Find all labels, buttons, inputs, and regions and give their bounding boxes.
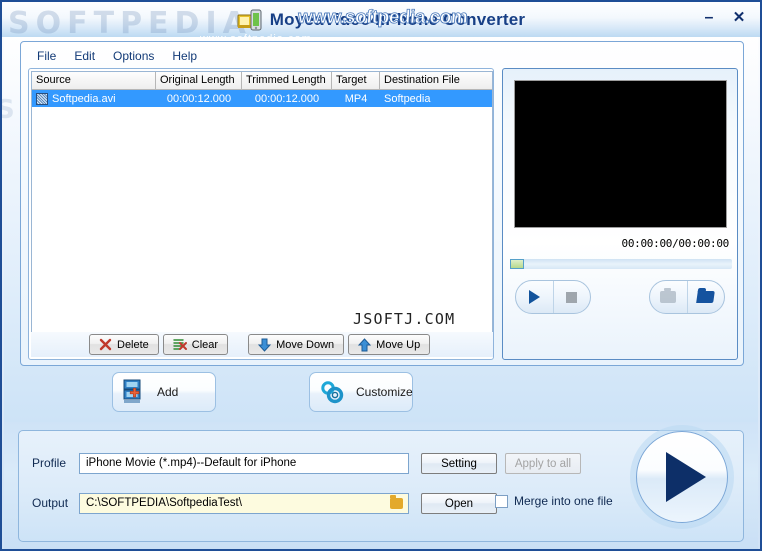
camera-icon — [660, 288, 677, 303]
arrow-up-icon — [358, 337, 372, 351]
folder-icon — [696, 291, 716, 303]
output-path-input[interactable]: C:\SOFTPEDIA\SoftpediaTest\ — [79, 493, 409, 514]
stop-icon — [566, 291, 578, 303]
move-up-button-label: Move Up — [376, 338, 421, 351]
title-bar[interactable]: SOFTPEDIA MoyeaVideo4iPhone Converter ww… — [2, 2, 760, 37]
menu-item-help[interactable]: Help — [164, 47, 205, 65]
video-preview-screen[interactable] — [514, 80, 727, 228]
table-row[interactable]: Softpedia.avi 00:00:12.000 00:00:12.000 … — [32, 90, 492, 107]
close-button[interactable]: ✕ — [728, 8, 750, 28]
menu-item-file[interactable]: File — [29, 47, 64, 65]
output-label: Output — [32, 496, 69, 510]
cell-target: MP4 — [344, 92, 368, 105]
window-title: MoyeaVideo4iPhone Converter — [269, 9, 526, 29]
move-up-button[interactable]: Move Up — [348, 334, 431, 355]
cell-original-length: 00:00:12.000 — [166, 92, 232, 105]
stop-button[interactable] — [552, 281, 591, 313]
profile-label: Profile — [32, 456, 67, 470]
apply-to-all-button[interactable]: Apply to all — [505, 453, 581, 474]
file-list-toolbar: Delete Clear Move Down Move Up — [31, 332, 493, 357]
file-list-header: Source Original Length Trimmed Length Ta… — [32, 72, 492, 90]
setting-button[interactable]: Setting — [421, 453, 497, 474]
column-header-trimmed-length[interactable]: Trimmed Length — [242, 72, 332, 89]
add-film-icon — [123, 379, 145, 405]
add-film-icon-svg — [123, 379, 141, 403]
menu-item-edit[interactable]: Edit — [66, 47, 103, 65]
column-header-target[interactable]: Target — [332, 72, 380, 89]
minimize-button[interactable]: – — [698, 8, 720, 28]
merge-checkbox-label: Merge into one file — [514, 494, 613, 508]
merge-into-one-file-checkbox[interactable]: Merge into one file — [495, 494, 613, 508]
gears-icon-svg — [321, 381, 344, 404]
output-path-text: C:\SOFTPEDIA\SoftpediaTest\ — [86, 497, 242, 509]
clear-button[interactable]: Clear — [162, 334, 229, 355]
delete-x-icon — [99, 338, 112, 351]
action-button-row: Add Customize — [20, 370, 744, 418]
delete-button-label: Delete — [117, 338, 149, 351]
convert-play-icon — [666, 452, 706, 502]
bottom-frame: Profile iPhone Movie (*.mp4)--Default fo… — [18, 430, 744, 542]
menu-item-options[interactable]: Options — [105, 47, 162, 65]
open-button[interactable]: Open — [421, 493, 497, 514]
snapshot-button[interactable] — [650, 281, 687, 313]
menu-bar: File Edit Options Help — [29, 46, 205, 66]
cell-source-text: Softpedia.avi — [52, 92, 116, 105]
arrow-down-icon — [258, 338, 272, 352]
merge-checkbox-box[interactable] — [495, 494, 508, 508]
column-header-source[interactable]: Source — [32, 72, 156, 89]
playback-time-display: 00:00:00/00:00:00 — [621, 237, 730, 250]
clear-button-label: Clear — [191, 338, 219, 351]
add-button-label: Add — [157, 385, 179, 399]
cell-destination-file: Softpedia — [384, 92, 431, 105]
clear-list-icon — [173, 339, 187, 350]
profile-input[interactable]: iPhone Movie (*.mp4)--Default for iPhone — [79, 453, 409, 474]
gears-icon — [320, 380, 344, 404]
main-panel: SOFTPEDIA File Edit Options Help Source … — [2, 37, 758, 422]
add-button[interactable]: Add — [112, 372, 216, 412]
preview-panel: 00:00:00/00:00:00 — [502, 68, 738, 360]
play-button[interactable] — [516, 281, 553, 313]
seek-slider-thumb[interactable] — [510, 259, 524, 269]
title-center-group: MoyeaVideo4iPhone Converter — [2, 2, 760, 37]
open-folder-button[interactable] — [686, 281, 725, 313]
customize-button[interactable]: Customize — [309, 372, 413, 412]
seek-slider[interactable] — [510, 259, 732, 269]
move-down-button-label: Move Down — [276, 338, 335, 351]
delete-button[interactable]: Delete — [89, 334, 159, 355]
play-icon — [528, 290, 540, 304]
cell-source: Softpedia.avi — [32, 92, 156, 105]
transport-controls-right — [649, 280, 725, 314]
file-list-group: Source Original Length Trimmed Length Ta… — [28, 68, 494, 360]
cell-trimmed-length: 00:00:12.000 — [254, 92, 320, 105]
video-file-icon — [36, 92, 48, 105]
customize-button-label: Customize — [356, 385, 413, 399]
convert-button[interactable] — [636, 431, 728, 523]
app-icon — [237, 9, 263, 31]
file-list-table[interactable]: Source Original Length Trimmed Length Ta… — [31, 71, 493, 334]
phone-video-icon-svg — [237, 9, 262, 30]
column-header-original-length[interactable]: Original Length — [156, 72, 242, 89]
browse-folder-icon[interactable] — [390, 495, 403, 509]
content-frame: File Edit Options Help Source Original L… — [20, 41, 744, 366]
column-header-destination-file[interactable]: Destination File — [380, 72, 490, 89]
move-down-button[interactable]: Move Down — [248, 334, 345, 355]
transport-controls-left — [515, 280, 591, 314]
application-window: SOFTPEDIA MoyeaVideo4iPhone Converter ww… — [0, 0, 762, 551]
